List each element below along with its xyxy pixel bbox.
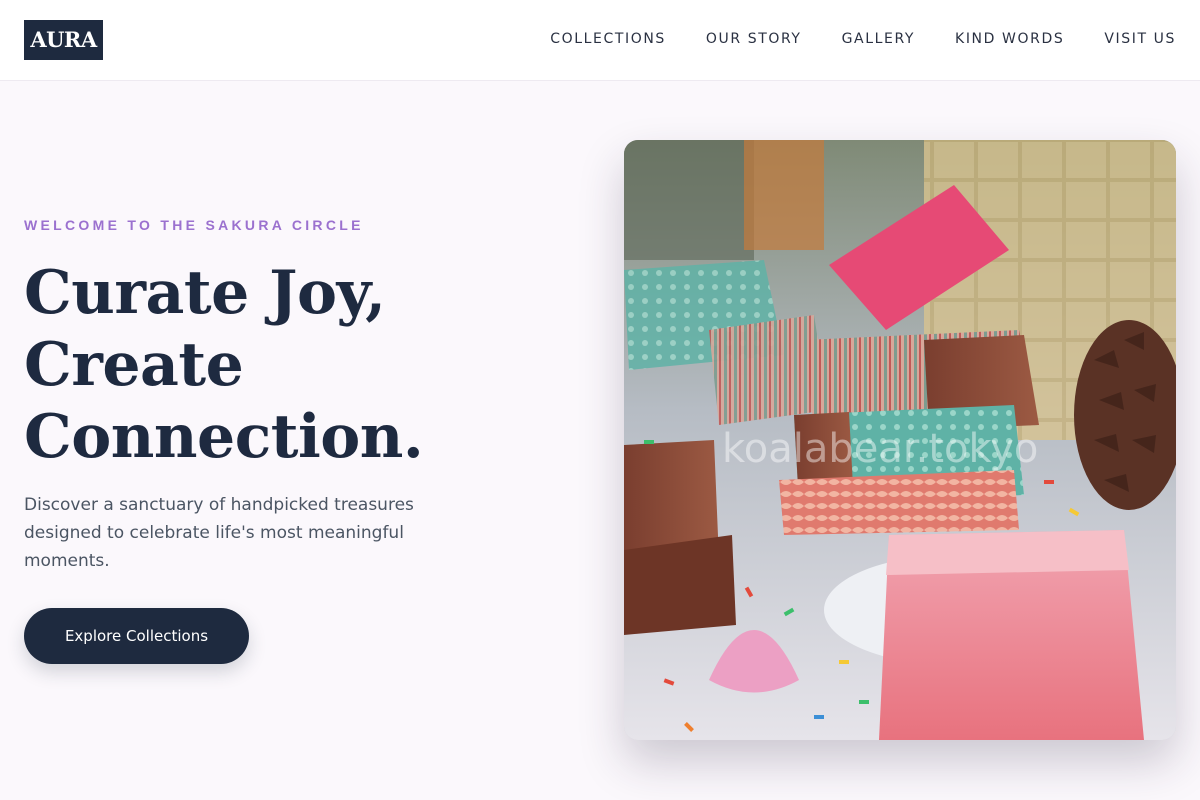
nav-link-collections[interactable]: COLLECTIONS — [550, 31, 666, 47]
headline-line-1: Curate Joy, — [24, 258, 386, 328]
nav-link-visit-us[interactable]: VISIT US — [1104, 31, 1176, 47]
hero-image: koalabear.tokyo — [624, 140, 1176, 740]
nav-link-our-story[interactable]: OUR STORY — [706, 31, 802, 47]
brand-logo[interactable]: AURA — [24, 20, 103, 60]
headline-line-2: Create — [24, 330, 244, 400]
nav-link-gallery[interactable]: GALLERY — [842, 31, 915, 47]
hero-content: WELCOME TO THE SAKURA CIRCLE Curate Joy,… — [24, 217, 484, 575]
hero-description: Discover a sanctuary of handpicked treas… — [24, 495, 414, 571]
explore-collections-button[interactable]: Explore Collections — [24, 608, 249, 664]
soap-bars-illustration: koalabear.tokyo — [624, 140, 1176, 740]
watermark-text: koalabear.tokyo — [722, 426, 1038, 472]
headline-line-3: Connection. — [24, 402, 424, 472]
hero-eyebrow: WELCOME TO THE SAKURA CIRCLE — [24, 217, 364, 233]
hero-headline: Curate Joy, Create Connection. — [24, 257, 484, 473]
site-header: AURA COLLECTIONS OUR STORY GALLERY KIND … — [0, 0, 1200, 81]
nav-link-kind-words[interactable]: KIND WORDS — [955, 31, 1064, 47]
main-nav: COLLECTIONS OUR STORY GALLERY KIND WORDS… — [550, 31, 1176, 47]
